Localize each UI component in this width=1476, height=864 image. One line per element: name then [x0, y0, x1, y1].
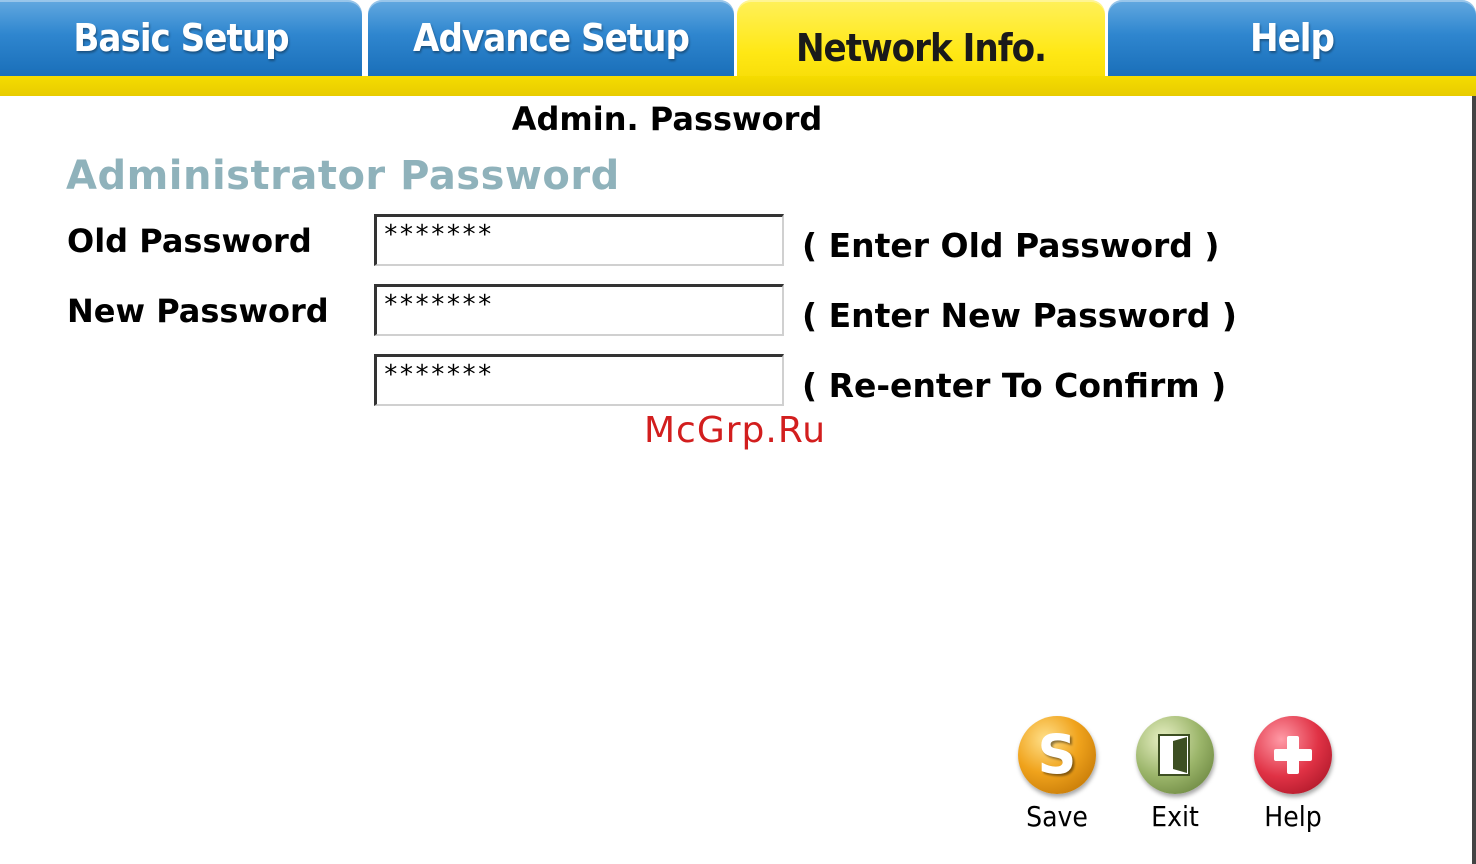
save-icon: S	[1018, 716, 1096, 794]
exit-button[interactable]: Exit	[1132, 716, 1218, 846]
help-button-label: Help	[1264, 800, 1322, 833]
page-title: Admin. Password	[511, 100, 823, 138]
exit-button-label: Exit	[1151, 800, 1199, 833]
tab-help[interactable]: Help	[1108, 0, 1476, 76]
save-button[interactable]: S Save	[1014, 716, 1100, 846]
confirm-password-hint: ( Re-enter To Confirm )	[802, 366, 1227, 405]
new-password-hint: ( Enter New Password )	[802, 296, 1237, 335]
section-title: Administrator Password	[66, 153, 620, 199]
watermark-text: McGrp.Ru	[644, 410, 827, 451]
help-button[interactable]: Help	[1250, 716, 1336, 846]
new-password-label: New Password	[67, 292, 329, 330]
right-border	[1472, 96, 1476, 864]
exit-door-icon	[1136, 716, 1214, 794]
tab-bar: Basic Setup Advance Setup Network Info. …	[0, 0, 1476, 96]
old-password-field[interactable]: *******	[374, 214, 784, 266]
tab-advance-setup[interactable]: Advance Setup	[368, 0, 734, 76]
old-password-label: Old Password	[67, 222, 312, 260]
save-button-label: Save	[1026, 800, 1088, 833]
confirm-password-field[interactable]: *******	[374, 354, 784, 406]
tab-underline-bar	[0, 76, 1476, 96]
old-password-hint: ( Enter Old Password )	[802, 226, 1220, 265]
plus-icon	[1254, 716, 1332, 794]
new-password-field[interactable]: *******	[374, 284, 784, 336]
tab-basic-setup[interactable]: Basic Setup	[0, 0, 362, 76]
